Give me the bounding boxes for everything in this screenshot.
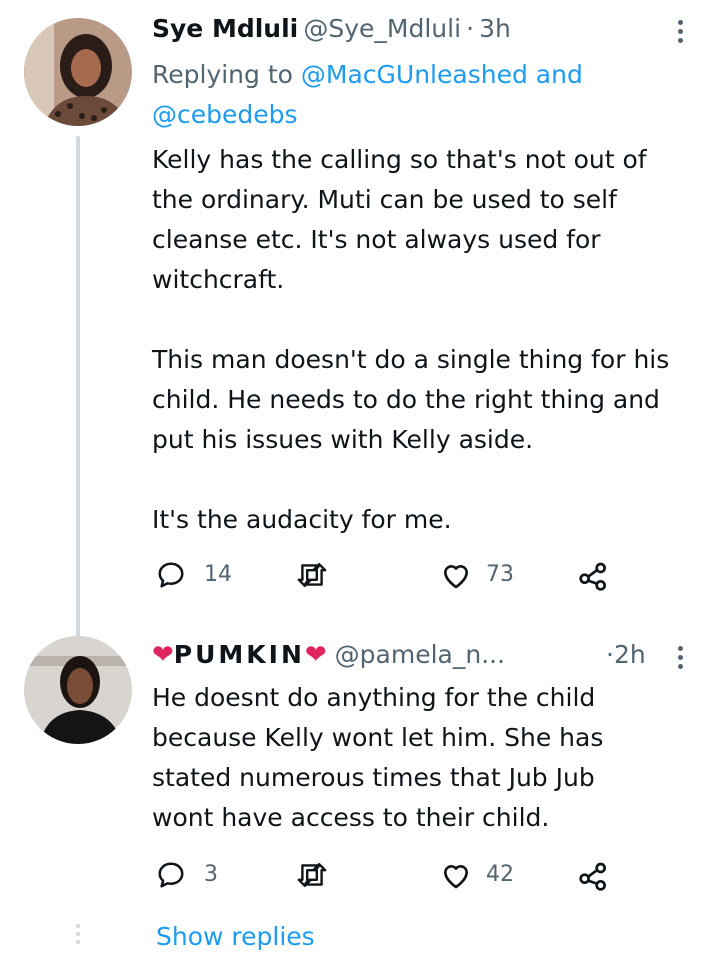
retweet-icon[interactable] (294, 560, 330, 594)
separator: · (466, 14, 475, 43)
like-icon[interactable] (440, 860, 472, 894)
user-handle[interactable]: @pamela_n... (335, 640, 505, 669)
like-count: 42 (486, 862, 514, 887)
share-icon[interactable] (578, 860, 610, 896)
reply-icon[interactable] (156, 560, 186, 594)
mention-cebedebs[interactable]: @cebedebs (152, 100, 298, 129)
like-count: 73 (486, 562, 514, 587)
timestamp[interactable]: 2h (614, 640, 646, 669)
replying-to: Replying to @MacGUnleashed and @cebedebs (152, 55, 672, 135)
tweet1-body: Kelly has the calling so that's not out … (152, 145, 670, 534)
separator: · (606, 640, 614, 669)
reply-count: 14 (204, 562, 232, 587)
tweet2-time: ·2h (606, 640, 646, 669)
tweet1-header: Sye Mdluli @Sye_Mdluli · 3h (152, 14, 511, 43)
like-icon[interactable] (440, 560, 472, 594)
tweet2-header: ❤PUMKIN❤ @pamela_n... (152, 640, 505, 670)
mention-macgunleashed[interactable]: @MacGUnleashed (301, 60, 528, 89)
display-name[interactable]: PUMKIN (174, 640, 305, 669)
more-options-icon[interactable] (678, 646, 684, 673)
tweet2-body: He doesnt do anything for the child beca… (152, 683, 604, 832)
replying-and: and (535, 60, 583, 89)
reply-count: 3 (204, 862, 218, 887)
more-options-icon[interactable] (678, 20, 684, 47)
avatar-sye-mdluli[interactable] (24, 18, 132, 126)
user-handle[interactable]: @Sye_Mdluli (303, 14, 461, 43)
display-name[interactable]: Sye Mdluli (152, 14, 298, 43)
share-icon[interactable] (578, 560, 610, 596)
reply-icon[interactable] (156, 860, 186, 894)
thread-line (76, 136, 80, 642)
heart-emoji-icon: ❤ (304, 640, 327, 670)
retweet-icon[interactable] (294, 860, 330, 894)
avatar-pumkin[interactable] (24, 636, 132, 744)
timestamp[interactable]: 3h (479, 14, 511, 43)
show-replies-link[interactable]: Show replies (156, 922, 315, 951)
replying-prefix: Replying to (152, 60, 293, 89)
thread-dots-icon (76, 924, 80, 948)
heart-emoji-icon: ❤ (152, 640, 174, 670)
